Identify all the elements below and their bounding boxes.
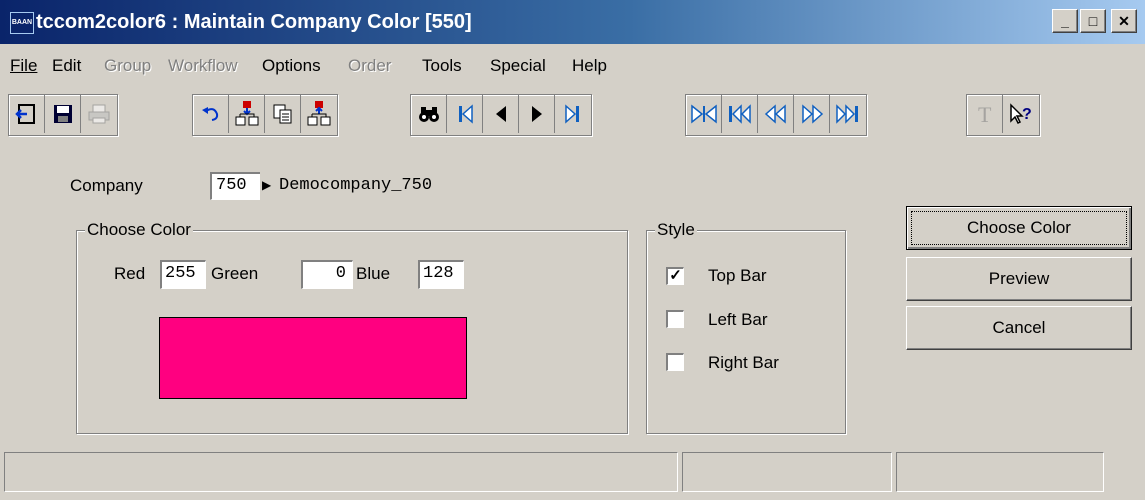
toolbar-group-edit (192, 94, 338, 136)
svg-text:T: T (978, 102, 992, 126)
style-group-title: Style (655, 220, 697, 240)
print-icon[interactable] (81, 95, 117, 133)
company-label: Company (70, 176, 143, 195)
menu-edit[interactable]: Edit (52, 56, 81, 76)
top-bar-checkbox[interactable]: ✓ (666, 267, 684, 285)
style-group: Style (646, 220, 846, 434)
previous-set-icon[interactable] (758, 95, 794, 133)
last-record-icon[interactable] (555, 95, 591, 133)
menu-workflow[interactable]: Workflow (168, 56, 238, 76)
menu-order[interactable]: Order (348, 56, 391, 76)
color-preview-swatch (159, 317, 467, 399)
toolbar-group-navigation (410, 94, 592, 136)
insert-record-icon[interactable] (229, 95, 265, 133)
title-bar: BAAN tccom2color6 : Maintain Company Col… (0, 0, 1145, 44)
choose-color-group-title: Choose Color (85, 220, 193, 240)
menu-bar: File Edit Group Workflow Options Order T… (0, 52, 1145, 82)
exit-icon[interactable] (9, 95, 45, 133)
next-set-icon[interactable] (794, 95, 830, 133)
maximize-button[interactable]: □ (1080, 9, 1106, 33)
zoom-arrow-icon[interactable]: ▶ (262, 178, 271, 192)
status-panel-3 (896, 452, 1104, 492)
company-field[interactable]: 750 (210, 172, 260, 200)
save-icon[interactable] (45, 95, 81, 133)
help-icon[interactable]: ? (1003, 95, 1039, 133)
cancel-button-label: Cancel (992, 318, 1046, 337)
window-title: tccom2color6 : Maintain Company Color [5… (36, 11, 472, 33)
cancel-button[interactable]: Cancel (906, 306, 1132, 350)
green-label: Green (211, 264, 259, 283)
close-button[interactable]: ✕ (1111, 9, 1137, 33)
next-record-icon[interactable] (519, 95, 555, 133)
status-panel-2 (682, 452, 892, 492)
toolbar-group-help: T ? (966, 94, 1040, 136)
right-bar-label: Right Bar (708, 353, 779, 372)
find-icon[interactable] (411, 95, 447, 133)
text-icon[interactable]: T (967, 95, 1003, 133)
first-group-icon[interactable] (686, 95, 722, 133)
first-record-icon[interactable] (447, 95, 483, 133)
top-bar-label: Top Bar (708, 266, 767, 285)
preview-button-label: Preview (988, 269, 1050, 288)
focus-rect (911, 211, 1127, 245)
duplicate-record-icon[interactable] (301, 95, 337, 133)
minimize-button[interactable]: _ (1052, 9, 1078, 33)
blue-field[interactable]: 128 (418, 260, 464, 289)
last-set-icon[interactable] (830, 95, 866, 133)
svg-text:?: ? (1022, 106, 1032, 123)
preview-button[interactable]: Preview (906, 257, 1132, 301)
menu-tools[interactable]: Tools (422, 56, 462, 76)
company-description: Democompany_750 (279, 176, 433, 195)
status-panel-main (4, 452, 678, 492)
menu-help[interactable]: Help (572, 56, 607, 76)
toolbar-group-file (8, 94, 118, 136)
menu-file[interactable]: File (10, 56, 37, 76)
previous-record-icon[interactable] (483, 95, 519, 133)
menu-options[interactable]: Options (262, 56, 321, 76)
previous-group-icon[interactable] (722, 95, 758, 133)
menu-special[interactable]: Special (490, 56, 546, 76)
size-grip[interactable] (1108, 452, 1145, 492)
choose-color-button[interactable]: Choose Color (906, 206, 1132, 250)
green-field[interactable]: 0 (301, 260, 353, 289)
right-bar-checkbox[interactable] (666, 353, 684, 371)
red-label: Red (114, 264, 146, 283)
left-bar-label: Left Bar (708, 310, 768, 329)
left-bar-checkbox[interactable] (666, 310, 684, 328)
toolbar-group-set-navigation (685, 94, 867, 136)
app-icon: BAAN (10, 12, 34, 34)
blue-label: Blue (356, 264, 391, 283)
toolbar: T ? (0, 88, 1145, 148)
menu-group[interactable]: Group (104, 56, 151, 76)
status-bar (0, 452, 1145, 494)
undo-icon[interactable] (193, 95, 229, 133)
copy-icon[interactable] (265, 95, 301, 133)
red-field[interactable]: 255 (160, 260, 206, 289)
